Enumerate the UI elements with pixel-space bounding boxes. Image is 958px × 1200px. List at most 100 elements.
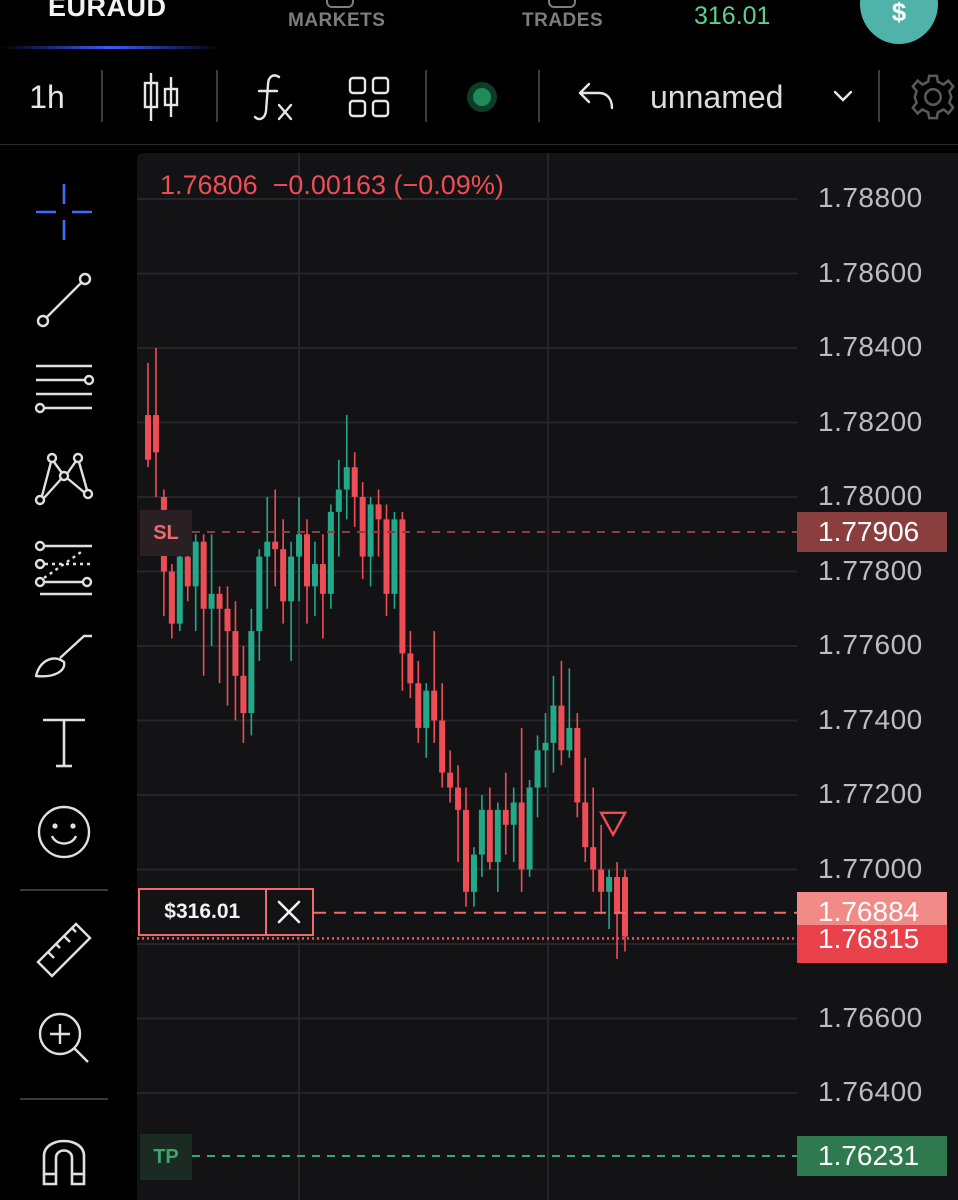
candle-body [272, 541, 279, 550]
candle [423, 683, 430, 758]
candle [391, 511, 398, 609]
candle [280, 519, 287, 624]
candle [288, 541, 295, 661]
candle-body [375, 504, 382, 520]
y-axis-tick-label: 1.76600 [818, 1001, 923, 1033]
candle [367, 497, 374, 587]
candle [470, 847, 477, 907]
candle [486, 787, 493, 870]
candle-body [455, 787, 462, 810]
candle [526, 780, 533, 877]
candle-body [431, 690, 438, 721]
candle [534, 735, 541, 818]
y-axis-tick-label: 1.77600 [818, 629, 923, 660]
candle [319, 534, 326, 639]
candle [598, 824, 605, 915]
candle [304, 519, 310, 624]
candle-body [216, 593, 223, 609]
candle-body [574, 727, 581, 803]
candle [574, 713, 581, 818]
candle [296, 497, 303, 602]
y-axis-tick-label: 1.77400 [818, 703, 923, 735]
candle [494, 802, 501, 892]
candle [152, 348, 159, 497]
candle-body [391, 519, 398, 594]
candle [455, 765, 462, 863]
candle-body [542, 742, 549, 751]
candle [606, 869, 613, 930]
close-icon [277, 900, 301, 924]
candle [216, 586, 223, 684]
current-price-badge: 1.76815 [797, 925, 947, 963]
take-profit-price-badge: 1.76231 [797, 1136, 947, 1176]
candle-body [184, 556, 191, 587]
candle-body [399, 519, 406, 654]
candle-body [606, 876, 613, 892]
candle-body [256, 556, 263, 632]
candle [343, 415, 350, 520]
position-price: 1.76884 [818, 896, 920, 927]
candle [248, 608, 255, 736]
last-price: 1.76806 [160, 170, 258, 200]
candle-body [407, 653, 414, 684]
candle-body [383, 519, 390, 594]
stop-loss-price: 1.77906 [818, 516, 920, 547]
y-axis-tick-label: 1.78400 [818, 331, 923, 362]
y-axis-tick-label: 1.78600 [818, 256, 923, 288]
stop-loss-tag[interactable]: SL [140, 510, 192, 556]
candle [375, 489, 382, 557]
candle-body [494, 809, 501, 863]
candle [582, 757, 589, 863]
candle-body [152, 415, 159, 453]
candle-body [566, 727, 573, 751]
candle [478, 795, 485, 877]
candle-body [423, 690, 430, 728]
y-axis-tick-label: 1.78200 [818, 405, 923, 437]
candle-body [590, 847, 597, 870]
take-profit-label: TP [153, 1145, 179, 1168]
take-profit-tag[interactable]: TP [140, 1134, 192, 1180]
candle-body [145, 415, 151, 460]
candle-body [510, 802, 517, 825]
candle [192, 534, 199, 632]
candle-body [447, 772, 454, 788]
candle-body [192, 541, 199, 587]
candle [168, 564, 175, 639]
y-axis-tick-label: 1.77800 [818, 554, 923, 586]
candle-body [518, 802, 525, 870]
candle-body [343, 467, 350, 490]
candle [335, 459, 342, 557]
y-axis-tick-label: 1.77000 [818, 852, 923, 884]
candle-body [622, 876, 628, 937]
candle-body [264, 541, 271, 557]
candle [399, 511, 406, 691]
candle-body [208, 593, 215, 609]
y-axis-tick-label: 1.77200 [818, 778, 923, 809]
candle-body [415, 683, 422, 728]
candle-body [232, 631, 239, 676]
candle-body [439, 720, 446, 773]
candle-body [304, 534, 310, 587]
take-profit-price: 1.76231 [818, 1140, 920, 1171]
position-tag[interactable]: $316.01 [138, 888, 314, 936]
candle-body [359, 497, 366, 557]
candle-body [335, 489, 342, 512]
candle-body [319, 564, 326, 594]
close-position-button[interactable] [267, 890, 312, 934]
candle [590, 787, 597, 892]
candle [550, 675, 557, 773]
candle [510, 787, 517, 863]
candle-body [598, 869, 605, 892]
candle-body [486, 809, 493, 863]
sell-marker-icon [599, 811, 628, 838]
candle [407, 631, 414, 699]
candle [558, 660, 565, 766]
candle-body [280, 549, 287, 602]
y-axis-tick-label: 1.78000 [818, 480, 923, 511]
candle-body [367, 504, 374, 557]
candle-body [351, 467, 358, 497]
candle-body [240, 675, 247, 714]
candle-body [463, 809, 469, 892]
candle-body [296, 534, 303, 557]
y-axis-tick-label: 1.78800 [818, 182, 923, 213]
